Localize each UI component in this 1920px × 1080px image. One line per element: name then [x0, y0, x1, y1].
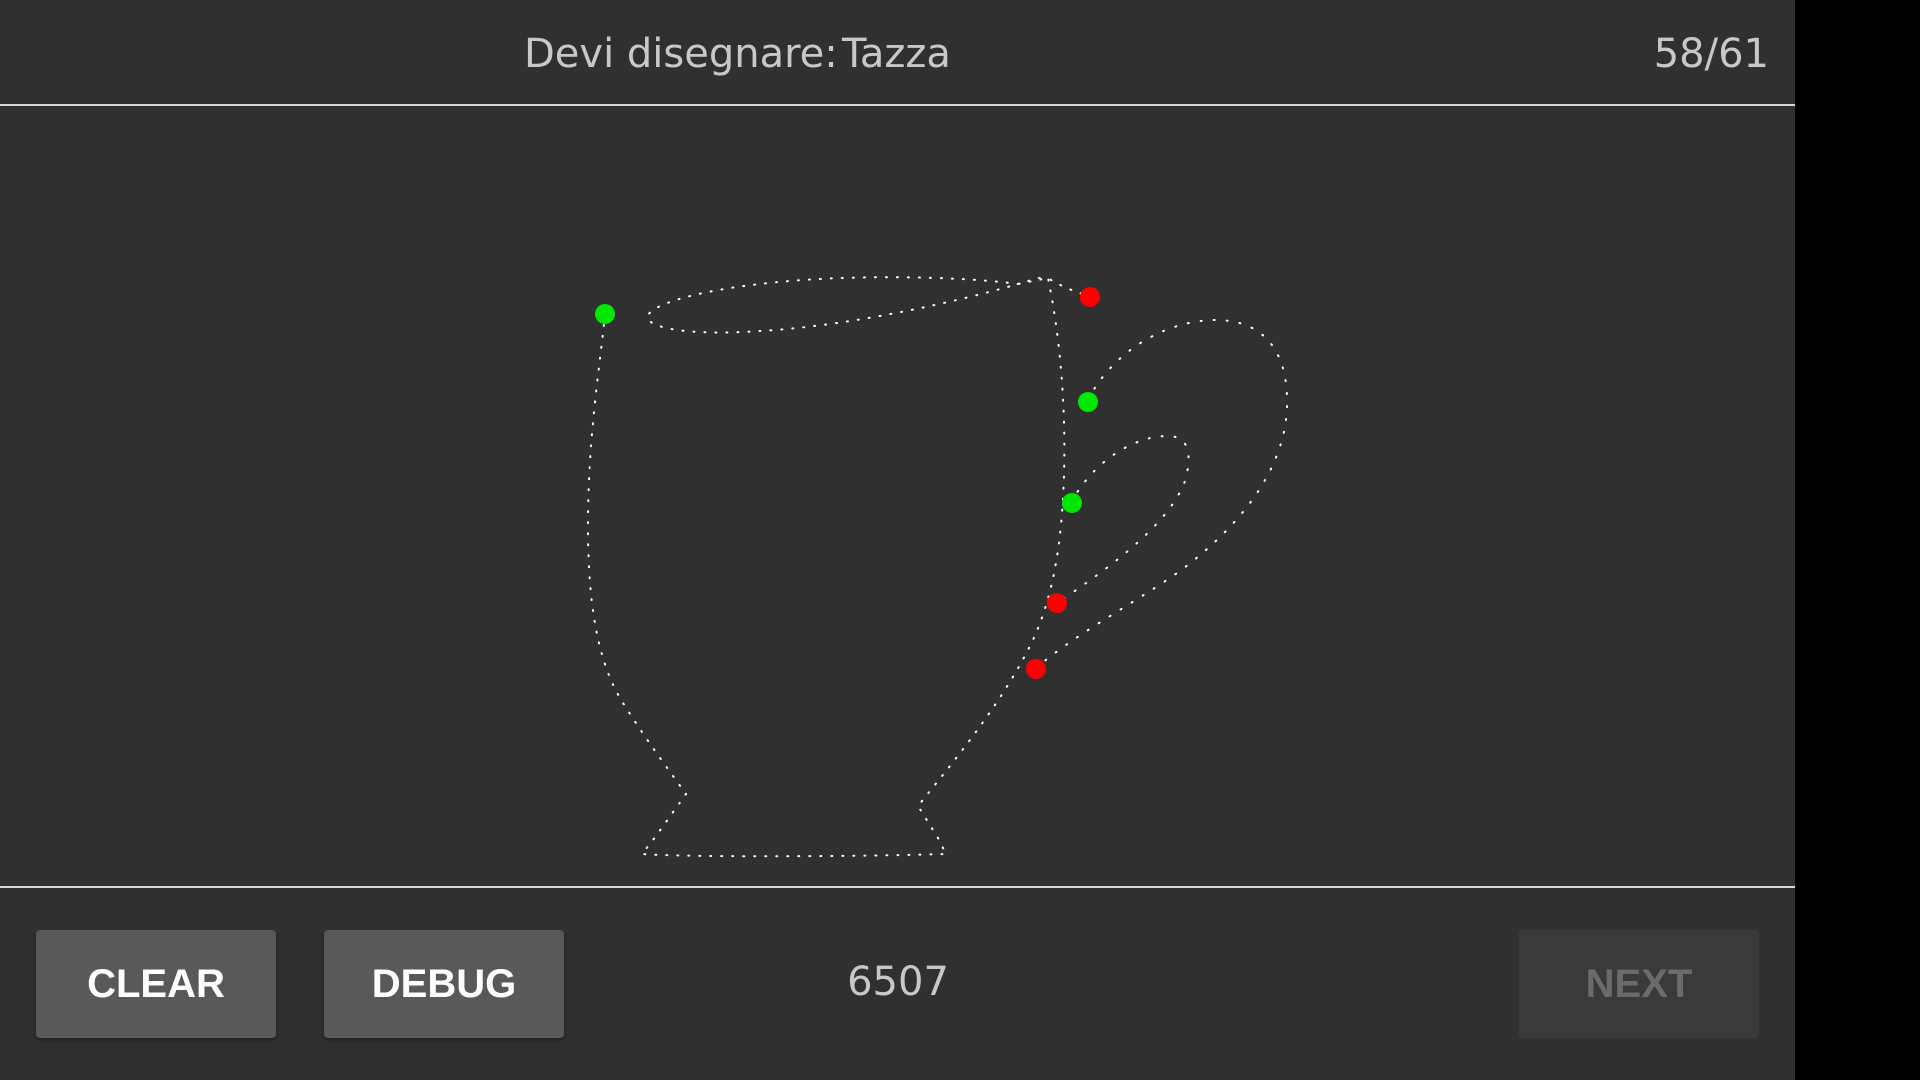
debug-button[interactable]: DEBUG	[324, 930, 564, 1038]
top-bar: Devi disegnare: Tazza 58/61	[0, 0, 1795, 105]
stroke-handle-inner	[1056, 434, 1190, 604]
bottom-bar: CLEAR DEBUG 6507 NEXT	[0, 888, 1795, 1080]
drawing-svg	[586, 276, 1289, 858]
stroke-endpoints	[595, 287, 1100, 679]
stroke-1-start-marker	[595, 304, 615, 324]
next-button[interactable]: NEXT	[1519, 930, 1759, 1038]
app-screen: Devi disegnare: Tazza 58/61 CLEAR DEBUG …	[0, 0, 1795, 1080]
clear-button[interactable]: CLEAR	[36, 930, 276, 1038]
stroke-3-start-marker	[1062, 493, 1082, 513]
score-value: 6507	[847, 959, 949, 1005]
stroke-3-end-marker	[1047, 593, 1067, 613]
progress-counter: 58/61	[1653, 31, 1769, 77]
drawing-strokes	[586, 276, 1289, 858]
stroke-1-end-marker	[1080, 287, 1100, 307]
screen-edge	[1795, 0, 1920, 1080]
stroke-2-start-marker	[1078, 392, 1098, 412]
drawing-canvas[interactable]	[0, 106, 1795, 886]
prompt-word: Tazza	[842, 31, 951, 77]
stroke-cup-body	[586, 276, 1091, 858]
prompt-label: Devi disegnare:	[524, 31, 838, 77]
stroke-2-end-marker	[1026, 659, 1046, 679]
